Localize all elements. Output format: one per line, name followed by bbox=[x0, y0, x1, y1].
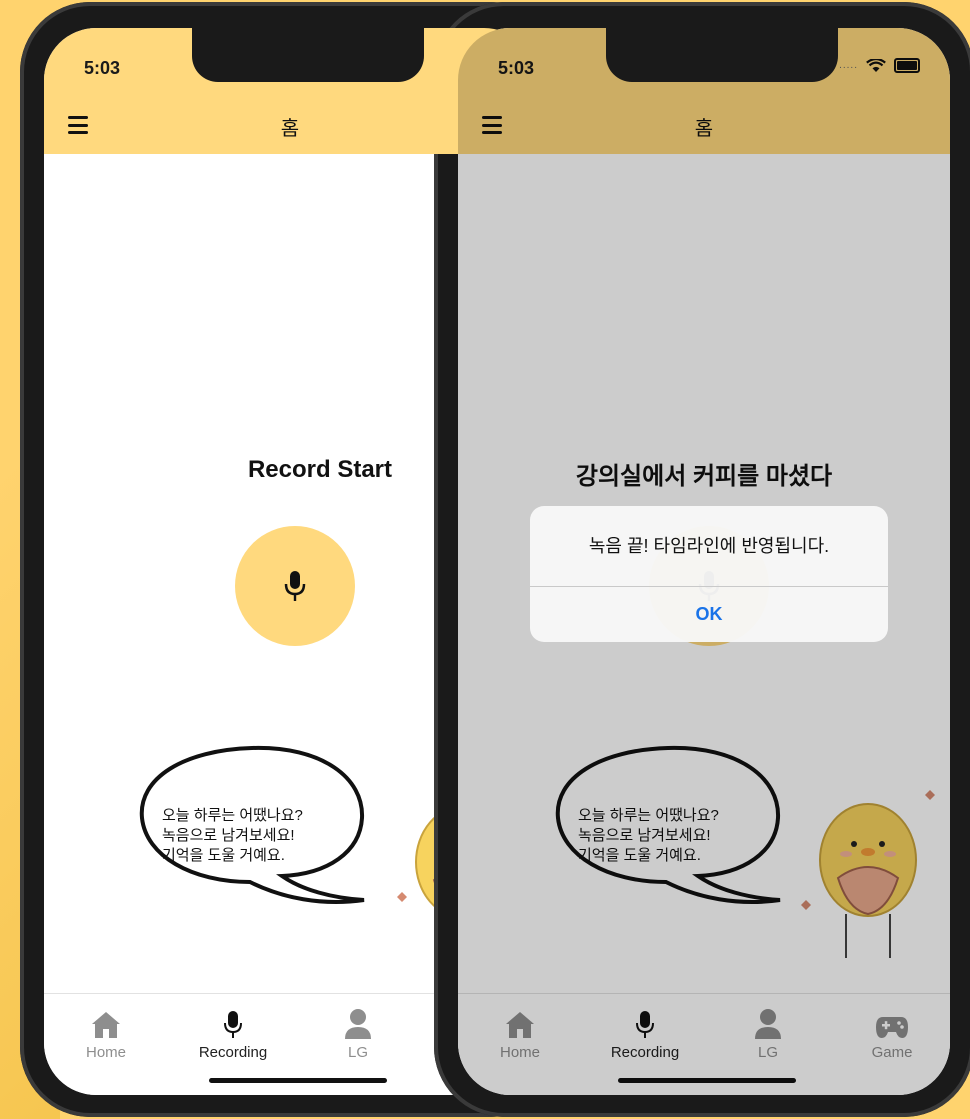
home-icon bbox=[92, 1012, 120, 1038]
signal-dots: ..... bbox=[839, 60, 858, 71]
microphone-icon bbox=[284, 571, 306, 601]
notch bbox=[192, 28, 424, 82]
phone-frame-right: 홈 5:03 ..... 강의실에서 커피를 마셨다 오늘 하루는 어땠나요? … bbox=[434, 2, 970, 1117]
alert-ok-button[interactable]: OK bbox=[530, 586, 888, 642]
status-icons: ..... bbox=[839, 58, 920, 73]
notch bbox=[606, 28, 838, 82]
home-icon bbox=[506, 1012, 534, 1038]
tab-home[interactable]: Home bbox=[470, 1004, 570, 1061]
tab-recording[interactable]: Recording bbox=[595, 1004, 695, 1061]
alert-message: 녹음 끝! 타임라인에 반영됩니다. bbox=[588, 536, 830, 556]
gamepad-icon bbox=[876, 1017, 908, 1038]
tab-lg[interactable]: LG bbox=[308, 1004, 408, 1061]
status-time: 5:03 bbox=[84, 58, 121, 78]
alert-dialog: 녹음 끝! 타임라인에 반영됩니다. OK bbox=[530, 506, 888, 642]
status-time: 5:03 bbox=[498, 58, 535, 78]
speech-bubble-text: 오늘 하루는 어땠나요? 녹음으로 남겨보세요! 기억을 도울 거예요. bbox=[578, 807, 719, 864]
person-icon bbox=[755, 1009, 781, 1039]
header-title: 홈 bbox=[694, 118, 714, 140]
tab-home[interactable]: Home bbox=[56, 1004, 156, 1061]
home-indicator[interactable] bbox=[209, 1078, 387, 1083]
microphone-icon bbox=[224, 1011, 242, 1038]
chick-mascot bbox=[801, 790, 935, 958]
battery-icon bbox=[894, 58, 920, 73]
screen-right: 홈 5:03 ..... 강의실에서 커피를 마셨다 오늘 하루는 어땠나요? … bbox=[458, 28, 950, 1095]
record-title: 강의실에서 커피를 마셨다 bbox=[575, 463, 833, 490]
home-indicator[interactable] bbox=[618, 1078, 796, 1083]
record-button[interactable] bbox=[235, 526, 355, 646]
speech-bubble-text: 오늘 하루는 어땠나요? 녹음으로 남겨보세요! 기억을 도울 거예요. bbox=[162, 807, 303, 864]
tab-recording[interactable]: Recording bbox=[183, 1004, 283, 1061]
microphone-icon bbox=[636, 1011, 654, 1038]
tab-lg[interactable]: LG bbox=[718, 1004, 818, 1061]
wifi-icon bbox=[866, 58, 886, 72]
tab-game[interactable]: Game bbox=[842, 1004, 942, 1061]
person-icon bbox=[345, 1009, 371, 1039]
